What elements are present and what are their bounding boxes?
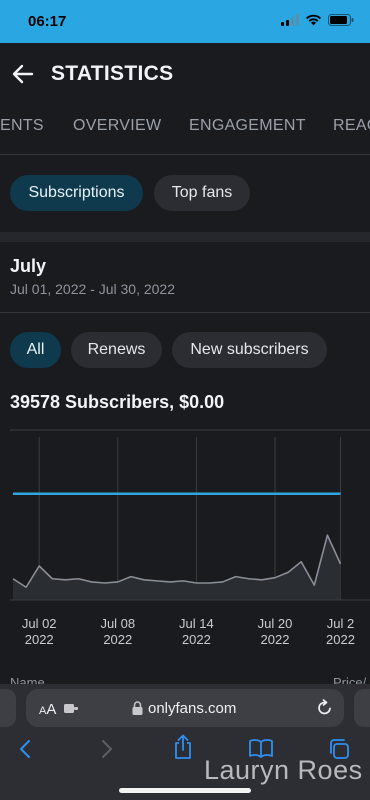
tab-overview[interactable]: OVERVIEW — [73, 117, 161, 135]
lock-icon — [132, 701, 143, 715]
chart-tick-label: 2022 — [326, 632, 355, 647]
home-indicator — [119, 788, 251, 793]
stats-tabs: ENTS OVERVIEW ENGAGEMENT REAC — [0, 103, 370, 155]
tab-reach[interactable]: REAC — [333, 117, 370, 135]
watermark-text: Lauryn Roes — [204, 755, 363, 785]
subscribers-summary: 39578 Subscribers, $0.00 — [10, 392, 225, 412]
chart-tick-label: 2022 — [103, 632, 132, 647]
segment-top-fans[interactable]: Top fans — [154, 175, 250, 211]
filter-new-subscribers[interactable]: New subscribers — [172, 332, 327, 368]
back-icon[interactable] — [18, 738, 34, 760]
chart-area-fill — [13, 535, 341, 600]
signal-icon — [281, 14, 299, 26]
filter-all[interactable]: All — [10, 332, 61, 368]
divider — [0, 312, 370, 313]
chart-tick-label: Jul 14 — [179, 616, 214, 631]
next-tab-edge[interactable] — [354, 689, 370, 727]
text-size-button[interactable]: AA — [39, 701, 56, 718]
page-header: STATISTICS — [0, 43, 370, 103]
address-bar[interactable]: AA onlyfans.com — [26, 689, 344, 727]
wifi-icon — [306, 14, 321, 26]
arrow-left-icon[interactable] — [10, 61, 36, 87]
tab-events[interactable]: ENTS — [0, 117, 44, 135]
previous-tab-edge[interactable] — [0, 689, 16, 727]
chart-tick-label: Jul 08 — [100, 616, 135, 631]
status-time: 06:17 — [28, 13, 67, 30]
battery-icon — [328, 14, 354, 26]
forward-icon[interactable] — [98, 738, 114, 760]
chart-tick-label: 2022 — [25, 632, 54, 647]
share-icon[interactable] — [173, 734, 193, 760]
chart-tick-label: Jul 02 — [22, 616, 57, 631]
period-range: Jul 01, 2022 - Jul 30, 2022 — [10, 281, 176, 297]
filter-renews[interactable]: Renews — [71, 332, 162, 368]
subscribers-chart: Jul 022022Jul 082022Jul 142022Jul 202022… — [10, 429, 370, 647]
section-divider — [0, 232, 370, 242]
reload-icon[interactable] — [317, 699, 333, 716]
segment-subscriptions[interactable]: Subscriptions — [10, 175, 143, 211]
chart-tick-label: 2022 — [182, 632, 211, 647]
period-month: July — [10, 256, 47, 276]
chart-tick-label: Jul 2 — [327, 616, 354, 631]
url-text[interactable]: onlyfans.com — [148, 700, 236, 717]
chart-tick-label: 2022 — [261, 632, 290, 647]
status-icons — [281, 14, 354, 26]
status-bar: 06:17 — [0, 0, 370, 43]
extension-icon[interactable] — [64, 703, 80, 714]
tab-engagement[interactable]: ENGAGEMENT — [189, 117, 306, 135]
chart-tick-label: Jul 20 — [258, 616, 293, 631]
page-title: STATISTICS — [51, 62, 174, 85]
